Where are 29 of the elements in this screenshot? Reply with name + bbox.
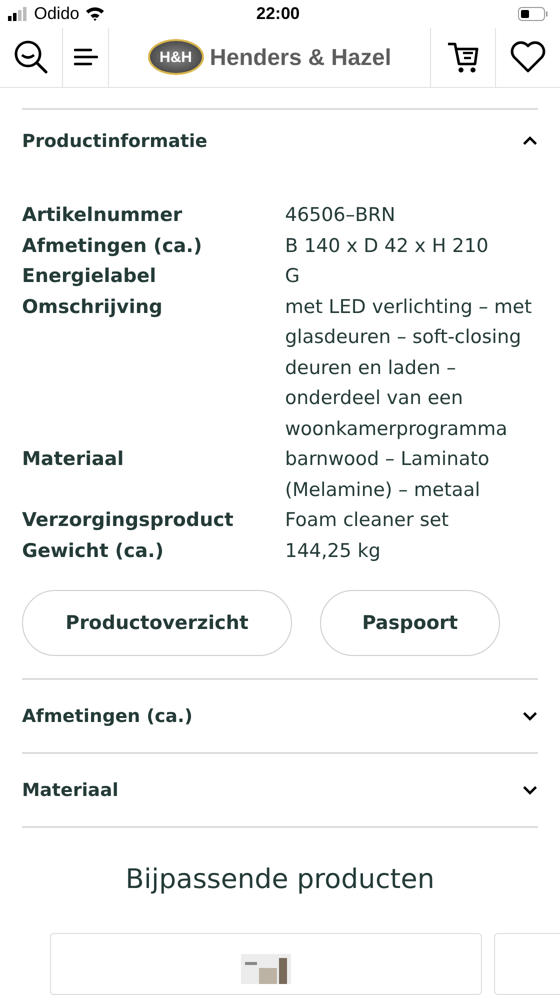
accordion-header[interactable]: Afmetingen (ca.): [22, 680, 538, 752]
chevron-down-icon: [522, 711, 538, 721]
spec-label: Afmetingen (ca.): [22, 234, 204, 258]
outline-button[interactable]: Productoverzicht: [22, 590, 292, 656]
battery-icon: [518, 6, 548, 21]
spec-label: Materiaal: [22, 447, 125, 472]
clock-time: 22:00: [256, 4, 300, 24]
spec-value: G: [285, 264, 301, 289]
outline-button[interactable]: Paspoort: [320, 590, 500, 656]
spec-value: 46506–BRN: [285, 203, 396, 228]
chevron-up-icon: [522, 136, 538, 146]
spec-label: Energielabel: [22, 264, 158, 289]
accordion-header[interactable]: Materiaal: [22, 754, 538, 826]
spec-value: barnwood – Laminato (Melamine) – metaal: [285, 447, 490, 502]
spec-value: B 140 x D 42 x H 210: [285, 234, 490, 258]
brand-logo[interactable]: H&H: [148, 39, 204, 76]
wifi-icon: [85, 6, 106, 22]
section-title: Bijpassende producten: [126, 864, 434, 895]
spec-value: Foam cleaner set: [285, 508, 450, 533]
carrier-name: Odido: [34, 4, 80, 24]
spec-value: 144,25 kg: [285, 538, 382, 564]
chevron-down-icon: [522, 785, 538, 795]
spec-label: Omschrijving: [22, 294, 164, 320]
accordion-header[interactable]: Productinformatie: [22, 110, 538, 172]
signal-icon: [8, 6, 28, 21]
spec-label: Verzorgingsproduct: [22, 508, 234, 533]
spec-label: Artikelnummer: [22, 203, 184, 228]
brand-name[interactable]: Henders & Hazel: [210, 44, 392, 71]
spec-label: Gewicht (ca.): [22, 538, 165, 564]
